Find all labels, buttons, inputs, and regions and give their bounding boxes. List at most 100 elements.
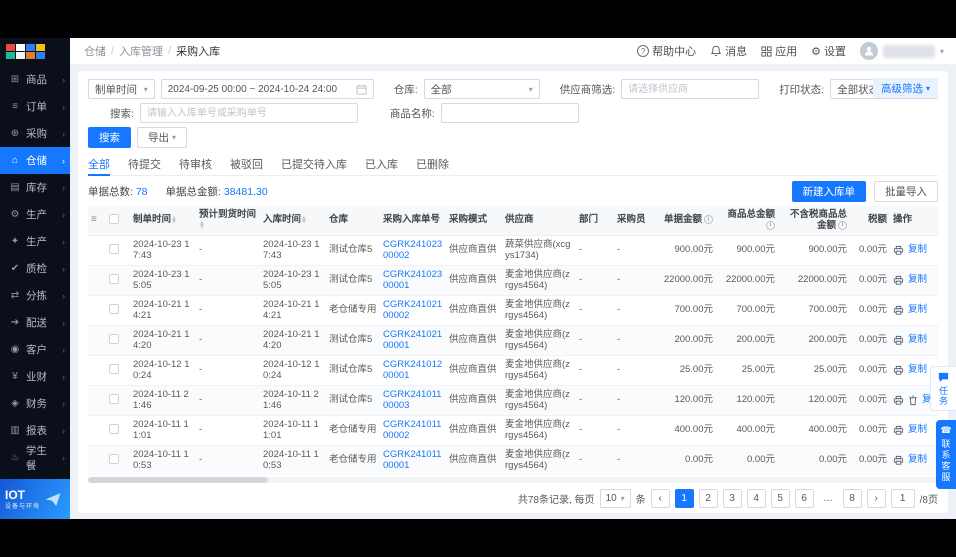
help-button[interactable]: ?帮助中心 [637, 43, 696, 59]
print-icon[interactable] [893, 305, 904, 316]
order-number-link[interactable]: CGRK24102300001 [383, 269, 442, 291]
select-all-checkbox[interactable] [109, 214, 119, 224]
row-checkbox[interactable] [109, 274, 119, 284]
copy-link[interactable]: 复制 [908, 335, 927, 346]
copy-link[interactable]: 复制 [908, 305, 927, 316]
print-icon[interactable] [893, 395, 904, 406]
print-icon[interactable] [893, 245, 904, 256]
sidebar-item-goods[interactable]: ⊞商品› [0, 66, 70, 93]
search-button[interactable]: 搜索 [88, 127, 131, 148]
settings-button[interactable]: ⚙设置 [811, 43, 846, 59]
product-name-input[interactable] [441, 103, 579, 123]
page-button-3[interactable]: 3 [723, 489, 742, 508]
search-input[interactable] [140, 103, 358, 123]
date-range-input[interactable] [168, 84, 352, 95]
message-button[interactable]: 消息 [710, 43, 747, 59]
page-button-2[interactable]: 2 [699, 489, 718, 508]
sidebar-item-report[interactable]: ▥报表› [0, 417, 70, 444]
breadcrumb: 仓储/入库管理/采购入库 [84, 43, 220, 59]
tab-6[interactable]: 已删除 [416, 152, 449, 175]
copy-link[interactable]: 复制 [908, 245, 927, 256]
date-range-picker[interactable] [161, 79, 374, 99]
sidebar-item-warehouse[interactable]: ⌂仓储› [0, 147, 70, 174]
copy-link[interactable]: 复制 [908, 365, 927, 376]
tab-5[interactable]: 已入库 [365, 152, 398, 175]
brand-logo [0, 38, 70, 64]
advanced-filter-button[interactable]: 高级筛选 ▾ [873, 78, 938, 98]
copy-link[interactable]: 复制 [908, 425, 927, 436]
sidebar-item-business-finance[interactable]: ¥业财› [0, 363, 70, 390]
export-button[interactable]: 导出 ▾ [137, 127, 187, 148]
sort-icon[interactable]: ▲▼ [200, 221, 204, 229]
sidebar-item-label: 商品 [26, 72, 47, 87]
info-icon[interactable]: i [704, 215, 713, 224]
user-menu[interactable]: ▾ [860, 42, 944, 60]
horizontal-scrollbar-thumb[interactable] [88, 477, 268, 483]
print-icon[interactable] [893, 425, 904, 436]
row-checkbox[interactable] [109, 304, 119, 314]
row-checkbox[interactable] [109, 334, 119, 344]
cell-goods-amount: 120.00元 [716, 386, 778, 416]
batch-import-button[interactable]: 批量导入 [874, 181, 938, 202]
tab-0[interactable]: 全部 [88, 152, 110, 175]
order-number-link[interactable]: CGRK24101100002 [383, 419, 441, 441]
sidebar-item-customer[interactable]: ◉客户› [0, 336, 70, 363]
tab-4[interactable]: 已提交待入库 [281, 152, 347, 175]
contact-service-float-button[interactable]: ☎ 联系客服 [936, 420, 956, 489]
row-checkbox[interactable] [109, 454, 119, 464]
sidebar-item-production-2[interactable]: ✦生产› [0, 228, 70, 255]
copy-link[interactable]: 复制 [908, 455, 927, 466]
sidebar-item-delivery[interactable]: ➔配送› [0, 309, 70, 336]
page-button-8[interactable]: 8 [843, 489, 862, 508]
info-icon[interactable]: i [838, 221, 847, 230]
sidebar-item-sorting[interactable]: ⇄分拣› [0, 282, 70, 309]
info-icon[interactable]: i [766, 221, 775, 230]
order-number-link[interactable]: CGRK24101100001 [383, 449, 441, 471]
order-number-link[interactable]: CGRK24102100002 [383, 299, 442, 321]
create-inbound-button[interactable]: 新建入库单 [792, 181, 867, 202]
copy-link[interactable]: 复制 [908, 275, 927, 286]
order-number-link[interactable]: CGRK24101100003 [383, 389, 441, 411]
tab-3[interactable]: 被驳回 [230, 152, 263, 175]
next-page-button[interactable]: › [867, 489, 886, 508]
sidebar-item-quality[interactable]: ✔质检› [0, 255, 70, 282]
breadcrumb-item[interactable]: 仓储 [84, 43, 106, 59]
prev-page-button[interactable]: ‹ [651, 489, 670, 508]
row-checkbox[interactable] [109, 244, 119, 254]
sidebar-item-inventory[interactable]: ▤库存› [0, 174, 70, 201]
tab-2[interactable]: 待审核 [179, 152, 212, 175]
print-icon[interactable] [893, 365, 904, 376]
time-type-select[interactable]: 制单时间 ▾ [88, 79, 155, 99]
sidebar-item-orders[interactable]: ≡订单› [0, 93, 70, 120]
sort-icon[interactable]: ▲▼ [302, 216, 306, 224]
print-icon[interactable] [893, 335, 904, 346]
row-checkbox[interactable] [109, 424, 119, 434]
sidebar-item-finance[interactable]: ◈财务› [0, 390, 70, 417]
print-icon[interactable] [893, 455, 904, 466]
tab-1[interactable]: 待提交 [128, 152, 161, 175]
task-float-button[interactable]: 任务 [930, 366, 956, 411]
sidebar-item-student-meal[interactable]: ♨学生餐› [0, 444, 70, 471]
row-checkbox[interactable] [109, 364, 119, 374]
table-config-icon[interactable]: ≡ [91, 214, 97, 225]
page-button-5[interactable]: 5 [771, 489, 790, 508]
delete-icon[interactable] [908, 395, 918, 406]
page-button-4[interactable]: 4 [747, 489, 766, 508]
print-icon[interactable] [893, 275, 904, 286]
order-number-link[interactable]: CGRK24102300002 [383, 239, 442, 261]
warehouse-select[interactable]: 全部 ▾ [424, 79, 540, 99]
supplier-filter-input[interactable] [621, 79, 759, 99]
sidebar-item-production[interactable]: ⚙生产› [0, 201, 70, 228]
doc-amount: 单据总金额: 38481.30 [166, 184, 268, 199]
row-checkbox[interactable] [109, 394, 119, 404]
order-number-link[interactable]: CGRK24102100001 [383, 329, 442, 351]
page-size-select[interactable]: 10 ▾ [600, 489, 631, 508]
page-button-6[interactable]: 6 [795, 489, 814, 508]
sort-icon[interactable]: ▲▼ [172, 216, 176, 224]
breadcrumb-item[interactable]: 入库管理 [119, 43, 163, 59]
sidebar-item-procurement[interactable]: ⊕采购› [0, 120, 70, 147]
order-number-link[interactable]: CGRK24101200001 [383, 359, 442, 381]
page-jump-input[interactable] [891, 489, 915, 508]
page-button-1[interactable]: 1 [675, 489, 694, 508]
apps-button[interactable]: 应用 [761, 43, 797, 59]
